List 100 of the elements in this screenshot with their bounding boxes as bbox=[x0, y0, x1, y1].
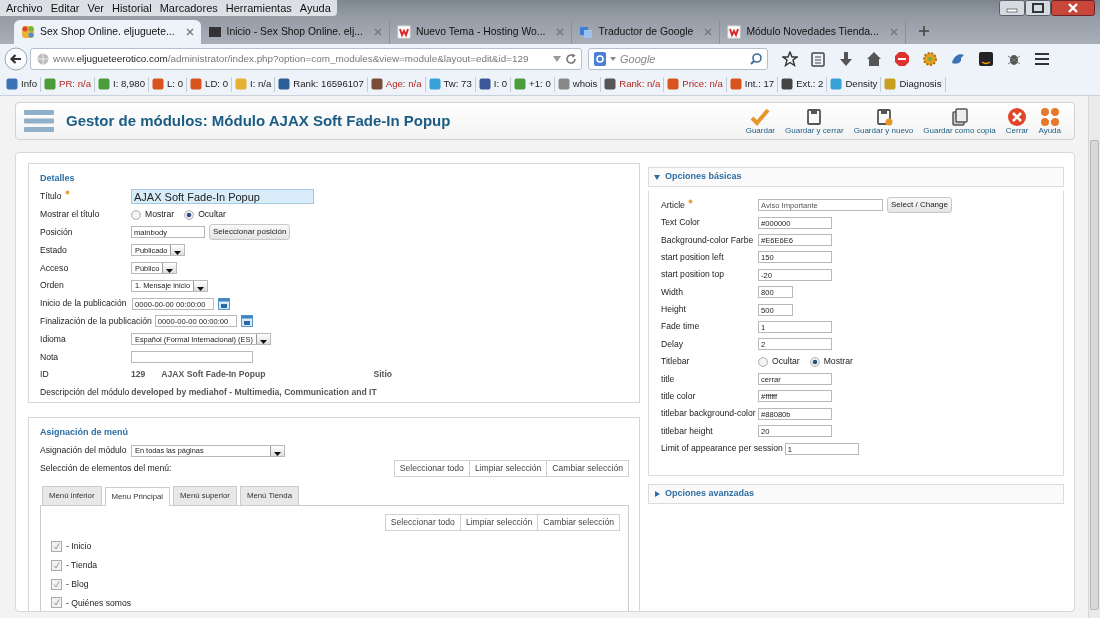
addon-icon[interactable] bbox=[6, 78, 18, 91]
addon-label[interactable]: Rank: 16596107 bbox=[293, 77, 364, 92]
section-header[interactable]: Opciones básicas bbox=[648, 167, 1064, 187]
addon-icon[interactable] bbox=[667, 78, 680, 91]
browser-tab[interactable]: Sex Shop Online. eljuguete... bbox=[14, 20, 201, 44]
field-label: title bbox=[661, 372, 676, 386]
field-label: Titlebar bbox=[661, 355, 691, 369]
save-button[interactable]: Guardar y cerrar bbox=[780, 106, 849, 136]
new-tab-icon[interactable] bbox=[917, 25, 930, 37]
addon-label[interactable]: I: 8,980 bbox=[113, 77, 146, 92]
back-icon[interactable] bbox=[4, 47, 28, 71]
select-button[interactable]: Limpiar selección bbox=[459, 514, 539, 532]
close-button[interactable]: Cerrar bbox=[1000, 106, 1034, 136]
scrollbar-thumb[interactable] bbox=[1090, 140, 1099, 610]
select-button[interactable]: Seleccionar posición bbox=[209, 224, 291, 241]
addon-label[interactable]: Tw: 73 bbox=[443, 77, 472, 92]
reload-icon[interactable] bbox=[565, 53, 577, 65]
addon-label[interactable]: +1: 0 bbox=[529, 77, 551, 92]
checkbox[interactable] bbox=[51, 541, 62, 553]
menu-item[interactable]: Marcadores bbox=[155, 0, 222, 17]
field-label: Posición bbox=[40, 226, 74, 239]
select-button[interactable]: Seleccionar todo bbox=[384, 514, 461, 532]
addon-label[interactable]: whois bbox=[572, 77, 598, 92]
radio-button[interactable] bbox=[809, 356, 820, 367]
addon-icon[interactable] bbox=[152, 78, 165, 91]
addon-label[interactable]: Ext.: 2 bbox=[796, 77, 824, 92]
menu-item[interactable]: Historial bbox=[107, 0, 156, 17]
addon-label[interactable]: Age: n/a bbox=[385, 77, 422, 92]
calendar-icon[interactable] bbox=[218, 297, 230, 310]
addon-label[interactable]: Price: n/a bbox=[682, 77, 723, 92]
dropdown-icon[interactable] bbox=[553, 56, 561, 62]
addon-icon[interactable] bbox=[729, 78, 742, 91]
addon-icon[interactable] bbox=[478, 78, 491, 91]
menu-icon[interactable] bbox=[1034, 51, 1050, 67]
search-box[interactable]: Google bbox=[588, 48, 768, 70]
address-field[interactable]: www.eljugueteerotico.com/administrator/index.php?option=com_modules&view=module&layout=edit&id=129 bbox=[30, 48, 582, 70]
help-button[interactable]: Ayuda bbox=[1033, 106, 1066, 136]
field-label: Delay bbox=[661, 337, 684, 351]
checkbox[interactable] bbox=[51, 559, 62, 571]
checkbox[interactable] bbox=[51, 597, 62, 609]
copy-button[interactable]: Guardar como copia bbox=[918, 106, 1001, 136]
info-text: developed by mediahof - Multimedia, Communication and IT bbox=[131, 386, 377, 400]
checkbox[interactable] bbox=[51, 578, 62, 590]
menu-item[interactable]: Ver bbox=[83, 0, 108, 17]
input-field[interactable]: AJAX Soft Fade-In Popup bbox=[131, 189, 314, 205]
select-button[interactable]: Cambiar selección bbox=[537, 514, 620, 532]
field-label: Fade time bbox=[661, 320, 701, 334]
select-button[interactable]: Cambiar selección bbox=[546, 460, 629, 478]
clipboard-icon[interactable] bbox=[810, 51, 826, 67]
gear-icon[interactable] bbox=[922, 51, 938, 67]
addon-label[interactable]: PR: n/a bbox=[59, 77, 91, 92]
addon-icon[interactable] bbox=[370, 78, 383, 91]
select-button[interactable]: Seleccionar todo bbox=[393, 460, 470, 478]
addon-label[interactable]: L: 0 bbox=[167, 77, 184, 92]
field-label: Width bbox=[661, 285, 684, 299]
save-new-button[interactable]: Guardar y nuevo bbox=[848, 106, 919, 136]
select-button[interactable]: Limpiar selección bbox=[468, 460, 548, 478]
star-icon[interactable] bbox=[782, 51, 798, 67]
addon-label[interactable]: I: 0 bbox=[493, 77, 508, 92]
input-field[interactable] bbox=[131, 351, 253, 364]
addon-label[interactable]: Info bbox=[21, 77, 37, 92]
save-button[interactable]: Guardar bbox=[740, 106, 780, 136]
expanded-icon bbox=[654, 173, 660, 180]
search-field[interactable]: Google bbox=[620, 50, 746, 68]
addon-label[interactable]: I: n/a bbox=[250, 77, 272, 92]
calendar-icon[interactable] bbox=[240, 315, 253, 328]
radio-button[interactable] bbox=[131, 209, 141, 220]
section-header[interactable]: Opciones avanzadas bbox=[648, 484, 1064, 504]
addon-label[interactable]: Diagnosis bbox=[899, 77, 942, 92]
maximize-icon[interactable] bbox=[1025, 0, 1051, 16]
bird-icon[interactable] bbox=[950, 51, 966, 67]
menu-item[interactable]: Herramientas bbox=[221, 0, 296, 17]
radio-button[interactable] bbox=[184, 209, 195, 220]
addon-icon[interactable] bbox=[604, 78, 617, 91]
minimize-icon[interactable] bbox=[999, 0, 1025, 16]
field-label: Selección de elementos del menú: bbox=[40, 462, 173, 476]
field-label: Idioma bbox=[40, 332, 67, 346]
option-label: Mostrar bbox=[145, 208, 175, 222]
radio-button[interactable] bbox=[758, 356, 768, 367]
adblock-icon[interactable] bbox=[894, 51, 910, 67]
addon-icon[interactable] bbox=[781, 78, 794, 91]
menu-item[interactable]: Archivo bbox=[2, 0, 47, 17]
menu-item[interactable]: Ayuda bbox=[295, 0, 335, 17]
close-icon[interactable] bbox=[1051, 0, 1095, 16]
download-icon[interactable] bbox=[838, 51, 854, 67]
google-icon bbox=[594, 52, 606, 66]
addon-label[interactable]: Int.: 17 bbox=[744, 77, 775, 92]
addon-label[interactable]: LD: 0 bbox=[205, 77, 228, 92]
field-label: titlebar background-color bbox=[661, 407, 757, 421]
shop-icon[interactable] bbox=[978, 51, 994, 67]
select-button[interactable]: Select / Change bbox=[887, 197, 952, 214]
info-text: AJAX Soft Fade-In Popup bbox=[161, 368, 266, 382]
addon-label[interactable]: Rank: n/a bbox=[619, 77, 661, 92]
search-icon[interactable] bbox=[750, 53, 762, 65]
addon-label[interactable]: Density bbox=[845, 77, 878, 92]
home-icon[interactable] bbox=[866, 51, 882, 67]
addon-icon[interactable] bbox=[190, 78, 203, 91]
menu-item[interactable]: Editar bbox=[46, 0, 84, 17]
addon-icon[interactable] bbox=[278, 78, 291, 91]
field-label: Descripción del módulo bbox=[40, 386, 131, 400]
